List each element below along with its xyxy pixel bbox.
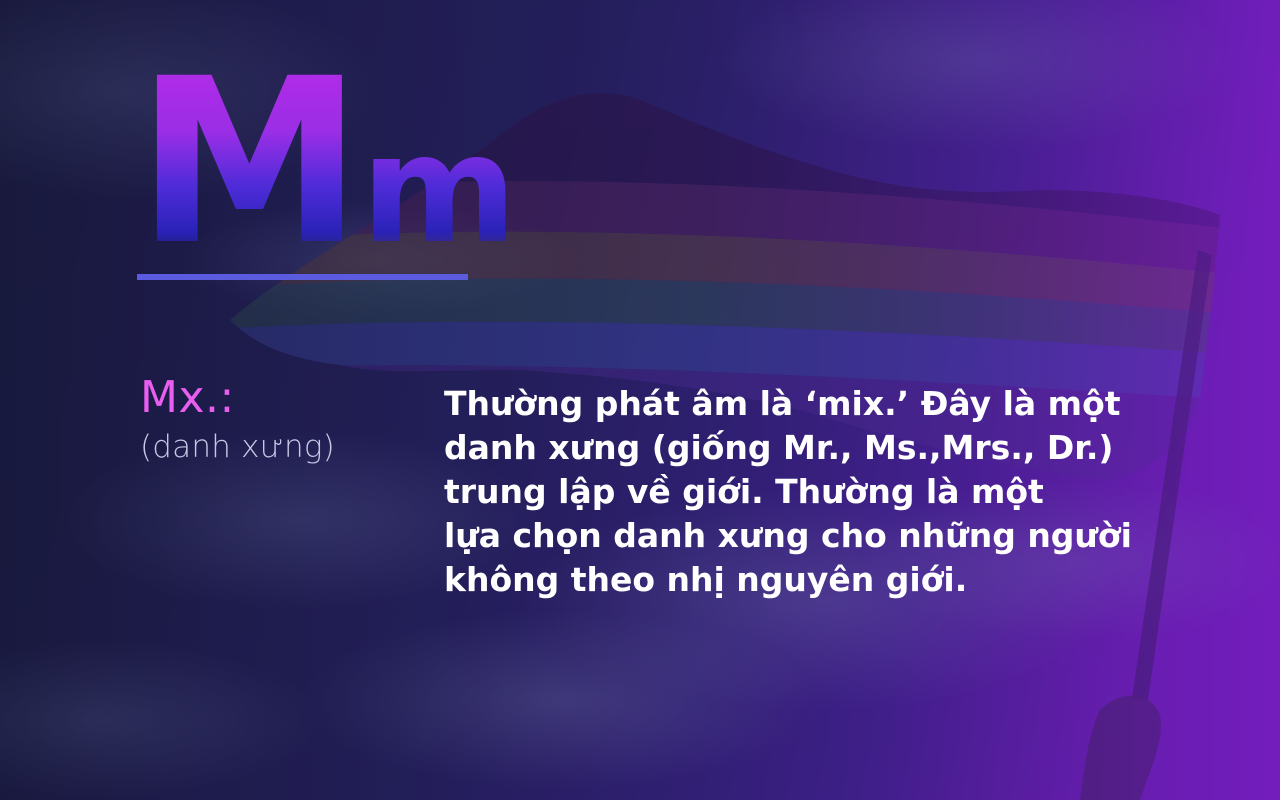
heading-divider: [137, 274, 468, 280]
definition-line: Thường phát âm là ‘mix.’ Đây là một: [444, 384, 1121, 423]
definition-line: trung lập về giới. Thường là một: [444, 472, 1044, 511]
heading-letter-lower: m: [360, 103, 516, 277]
part-of-speech: (danh xưng): [140, 429, 335, 465]
definition-line: danh xưng (giống Mr., Ms.,Mrs., Dr.): [444, 428, 1114, 467]
definition-line: không theo nhị nguyên giới.: [444, 560, 968, 599]
definition-text: Thường phát âm là ‘mix.’ Đây là một danh…: [444, 382, 1204, 602]
heading-letter-upper: M: [136, 29, 361, 295]
definition-line: lựa chọn danh xưng cho những người: [444, 516, 1132, 555]
glossary-term: Mx.:: [140, 372, 235, 423]
heading-letter-mm: Mm: [136, 62, 515, 262]
